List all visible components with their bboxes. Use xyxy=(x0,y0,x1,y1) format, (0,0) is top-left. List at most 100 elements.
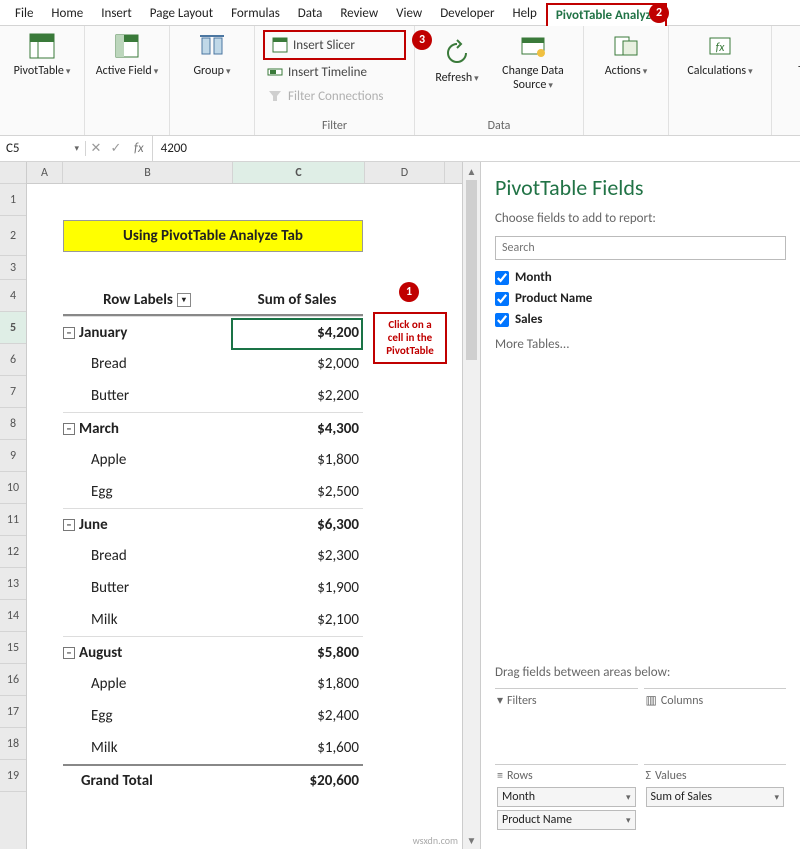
row-12[interactable]: 12 xyxy=(0,536,26,568)
col-a[interactable]: A xyxy=(27,162,63,183)
row-16[interactable]: 16 xyxy=(0,664,26,696)
row-18[interactable]: 18 xyxy=(0,728,26,760)
pivot-row[interactable]: −January$4,200 xyxy=(63,316,363,348)
area-filters[interactable]: ▾Filters xyxy=(495,688,638,758)
tab-home[interactable]: Home xyxy=(42,2,92,25)
tab-developer[interactable]: Developer xyxy=(431,2,503,25)
change-data-source-button[interactable]: Change Data Source▾ xyxy=(491,30,575,92)
pivot-table[interactable]: Row Labels▾ Sum of Sales −January$4,200B… xyxy=(63,286,363,796)
pivot-header-rowlabels[interactable]: Row Labels▾ xyxy=(63,286,231,314)
pivot-row[interactable]: Milk$1,600 xyxy=(63,732,363,764)
area-values[interactable]: ΣValues Sum of Sales▾ xyxy=(644,764,787,837)
pivottable-button[interactable]: PivotTable▾ xyxy=(8,30,76,78)
row-4[interactable]: 4 xyxy=(0,280,26,312)
insert-timeline-button[interactable]: Insert Timeline xyxy=(263,60,406,84)
row-19[interactable]: 19 xyxy=(0,760,26,792)
pivot-row[interactable]: −March$4,300 xyxy=(63,412,363,444)
pivot-row[interactable]: Bread$2,300 xyxy=(63,540,363,572)
scroll-thumb[interactable] xyxy=(466,180,477,360)
row-14[interactable]: 14 xyxy=(0,600,26,632)
row-11[interactable]: 11 xyxy=(0,504,26,536)
calculations-button[interactable]: fx Calculations▾ xyxy=(677,30,763,78)
more-tables-link[interactable]: More Tables... xyxy=(495,337,786,352)
field-product-name-checkbox[interactable] xyxy=(495,292,509,306)
collapse-icon[interactable]: − xyxy=(63,327,75,339)
group-data: Refresh▾ Change Data Source▾ Data xyxy=(415,26,584,135)
name-box[interactable]: C5▾ xyxy=(0,141,86,156)
rowlabels-dropdown-icon[interactable]: ▾ xyxy=(177,293,191,307)
formula-value[interactable]: 4200 xyxy=(153,141,195,156)
scroll-up-icon[interactable]: ▲ xyxy=(463,162,480,180)
row-1[interactable]: 1 xyxy=(0,184,26,216)
pivot-row-value: $2,100 xyxy=(231,611,363,629)
timeline-icon xyxy=(267,64,283,80)
field-month[interactable]: Month xyxy=(495,270,786,285)
chip-month[interactable]: Month▾ xyxy=(497,787,636,807)
field-sales-checkbox[interactable] xyxy=(495,313,509,327)
pivot-row[interactable]: Bread$2,000 xyxy=(63,348,363,380)
col-c[interactable]: C xyxy=(233,162,365,183)
pivot-header-values: Sum of Sales xyxy=(231,286,363,314)
row-13[interactable]: 13 xyxy=(0,568,26,600)
scroll-down-icon[interactable]: ▼ xyxy=(463,831,480,849)
collapse-icon[interactable]: − xyxy=(63,423,75,435)
tab-help[interactable]: Help xyxy=(503,2,545,25)
vertical-scrollbar[interactable]: ▲ ▼ xyxy=(462,162,480,849)
insert-slicer-button[interactable]: Insert Slicer xyxy=(268,33,401,57)
row-2[interactable]: 2 xyxy=(0,216,26,256)
fb-cancel[interactable]: ✕ xyxy=(86,141,106,156)
field-product-name[interactable]: Product Name xyxy=(495,291,786,306)
calculations-icon: fx xyxy=(704,30,736,62)
fx-button[interactable]: fx xyxy=(126,136,153,161)
row-10[interactable]: 10 xyxy=(0,472,26,504)
pivot-row-value: $4,200 xyxy=(231,324,363,342)
tab-formulas[interactable]: Formulas xyxy=(222,2,289,25)
tab-file[interactable]: File xyxy=(6,2,42,25)
pivot-row[interactable]: Egg$2,400 xyxy=(63,700,363,732)
row-17[interactable]: 17 xyxy=(0,696,26,728)
col-d[interactable]: D xyxy=(365,162,445,183)
area-columns[interactable]: ▥Columns xyxy=(644,688,787,758)
chip-product-name[interactable]: Product Name▾ xyxy=(497,810,636,830)
pivot-row[interactable]: −June$6,300 xyxy=(63,508,363,540)
actions-button[interactable]: Actions▾ xyxy=(592,30,660,78)
row-15[interactable]: 15 xyxy=(0,632,26,664)
refresh-button[interactable]: Refresh▾ xyxy=(423,30,491,92)
fields-search-input[interactable] xyxy=(495,236,786,260)
chip-sum-of-sales[interactable]: Sum of Sales▾ xyxy=(646,787,785,807)
col-b[interactable]: B xyxy=(63,162,233,183)
collapse-icon[interactable]: − xyxy=(63,647,75,659)
pivot-row[interactable]: Apple$1,800 xyxy=(63,668,363,700)
pivot-row-value: $2,200 xyxy=(231,387,363,405)
tools-button[interactable]: fx Tools▾ xyxy=(780,30,800,78)
worksheet[interactable]: 1 2 3 4 5 6 7 8 9 10 11 12 13 14 15 16 1… xyxy=(0,162,480,849)
pivot-row[interactable]: Milk$2,100 xyxy=(63,604,363,636)
group-button[interactable]: Group▾ xyxy=(178,30,246,78)
fb-enter[interactable]: ✓ xyxy=(106,141,126,156)
field-sales[interactable]: Sales xyxy=(495,312,786,327)
pivottable-icon xyxy=(26,30,58,62)
pivot-row[interactable]: Butter$1,900 xyxy=(63,572,363,604)
row-9[interactable]: 9 xyxy=(0,440,26,472)
row-3[interactable]: 3 xyxy=(0,256,26,280)
field-month-checkbox[interactable] xyxy=(495,271,509,285)
pivot-row[interactable]: Apple$1,800 xyxy=(63,444,363,476)
tab-data[interactable]: Data xyxy=(289,2,332,25)
tab-view[interactable]: View xyxy=(387,2,431,25)
active-field-button[interactable]: Active Field▾ xyxy=(93,30,161,78)
pivot-row[interactable]: −August$5,800 xyxy=(63,636,363,668)
row-5[interactable]: 5 xyxy=(0,312,26,344)
row-headers: 1 2 3 4 5 6 7 8 9 10 11 12 13 14 15 16 1… xyxy=(0,162,27,849)
pivot-row[interactable]: Butter$2,200 xyxy=(63,380,363,412)
tab-page-layout[interactable]: Page Layout xyxy=(141,2,222,25)
pivot-row[interactable]: Egg$2,500 xyxy=(63,476,363,508)
area-rows[interactable]: ≡Rows Month▾ Product Name▾ xyxy=(495,764,638,837)
tab-review[interactable]: Review xyxy=(331,2,387,25)
tab-pivottable-analyze[interactable]: PivotTable Analyze 2 xyxy=(546,3,667,26)
collapse-icon[interactable]: − xyxy=(63,519,75,531)
row-8[interactable]: 8 xyxy=(0,408,26,440)
row-7[interactable]: 7 xyxy=(0,376,26,408)
pivot-row-label: Apple xyxy=(91,451,126,469)
row-6[interactable]: 6 xyxy=(0,344,26,376)
tab-insert[interactable]: Insert xyxy=(92,2,141,25)
